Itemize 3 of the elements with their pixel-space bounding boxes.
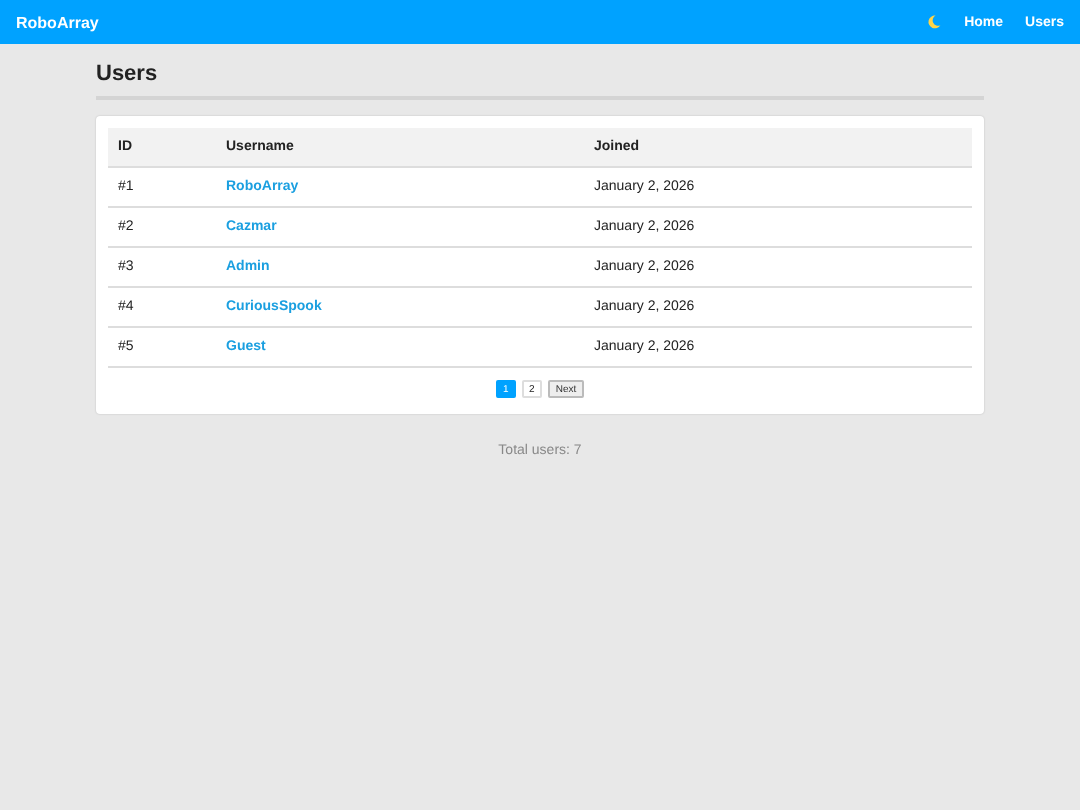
page-title: Users (96, 62, 984, 100)
moon-icon[interactable] (926, 14, 943, 30)
brand-name[interactable]: RoboArray (16, 13, 927, 31)
